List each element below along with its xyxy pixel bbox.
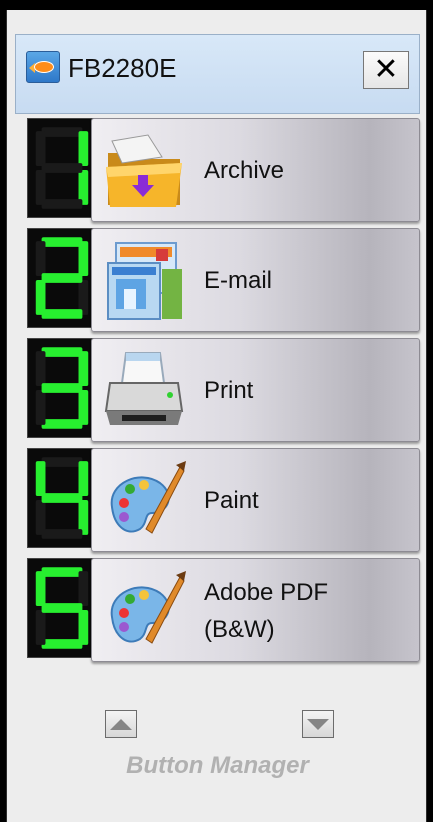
segment-a (41, 347, 83, 357)
segment-a (41, 237, 83, 247)
segment-e (35, 169, 46, 205)
segment-a (41, 457, 83, 467)
title-bar[interactable]: FB2280E ✕ (15, 34, 420, 114)
digit-display-5 (27, 558, 97, 658)
segment-f (35, 241, 46, 277)
fish-icon (26, 51, 60, 83)
segment-b (78, 351, 89, 387)
segment-e (35, 279, 46, 315)
button-row-5: Adobe PDF (B&W) (27, 558, 420, 664)
button-manager-label: Button Manager (126, 752, 309, 779)
email-icon (102, 239, 186, 323)
email-button[interactable]: E-mail (91, 228, 420, 332)
segment-d (41, 309, 83, 319)
segment-g (41, 493, 83, 503)
digit-display-3 (27, 338, 97, 438)
segment-d (41, 199, 83, 209)
segment-b (78, 461, 89, 497)
segment-a (41, 567, 83, 577)
button-label: E-mail (204, 267, 273, 295)
button-label: Adobe PDF (B&W) (204, 578, 329, 643)
adobe-pdf-button[interactable]: Adobe PDF (B&W) (91, 558, 420, 662)
print-button[interactable]: Print (91, 338, 420, 442)
archive-folder-icon (102, 129, 186, 213)
button-manager-window: FB2280E ✕ Archive E-mail Print Paint Ado… (6, 10, 427, 822)
segment-b (78, 241, 89, 277)
scroll-up-icon (110, 718, 132, 730)
segment-e (35, 609, 46, 645)
printer-icon (102, 349, 186, 433)
segment-d (41, 639, 83, 649)
digit-display-4 (27, 448, 97, 548)
button-label: Archive (204, 157, 285, 185)
paint-palette-icon (102, 569, 186, 653)
segment-f (35, 461, 46, 497)
segment-g (41, 273, 83, 283)
window-title: FB2280E (68, 53, 177, 83)
segment-g (41, 603, 83, 613)
scroll-up-button[interactable] (105, 710, 137, 738)
segment-d (41, 529, 83, 539)
close-button[interactable]: ✕ (363, 51, 409, 89)
segment-b (78, 571, 89, 607)
button-label: Paint (204, 487, 259, 515)
segment-d (41, 419, 83, 429)
digit-display-2 (27, 228, 97, 328)
segment-f (35, 351, 46, 387)
digit-display-1 (27, 118, 97, 218)
segment-b (78, 131, 89, 167)
scroll-down-icon (307, 718, 329, 730)
button-row-3: Print (27, 338, 420, 444)
button-row-4: Paint (27, 448, 420, 554)
button-row-1: Archive (27, 118, 420, 224)
paint-button[interactable]: Paint (91, 448, 420, 552)
scroll-down-button[interactable] (302, 710, 334, 738)
segment-e (35, 499, 46, 535)
segment-g (41, 163, 83, 173)
button-row-2: E-mail (27, 228, 420, 334)
paint-palette-icon (102, 459, 186, 543)
close-icon: ✕ (373, 52, 399, 87)
segment-f (35, 131, 46, 167)
archive-button[interactable]: Archive (91, 118, 420, 222)
segment-a (41, 127, 83, 137)
segment-f (35, 571, 46, 607)
button-label: Print (204, 377, 254, 405)
segment-e (35, 389, 46, 425)
segment-g (41, 383, 83, 393)
